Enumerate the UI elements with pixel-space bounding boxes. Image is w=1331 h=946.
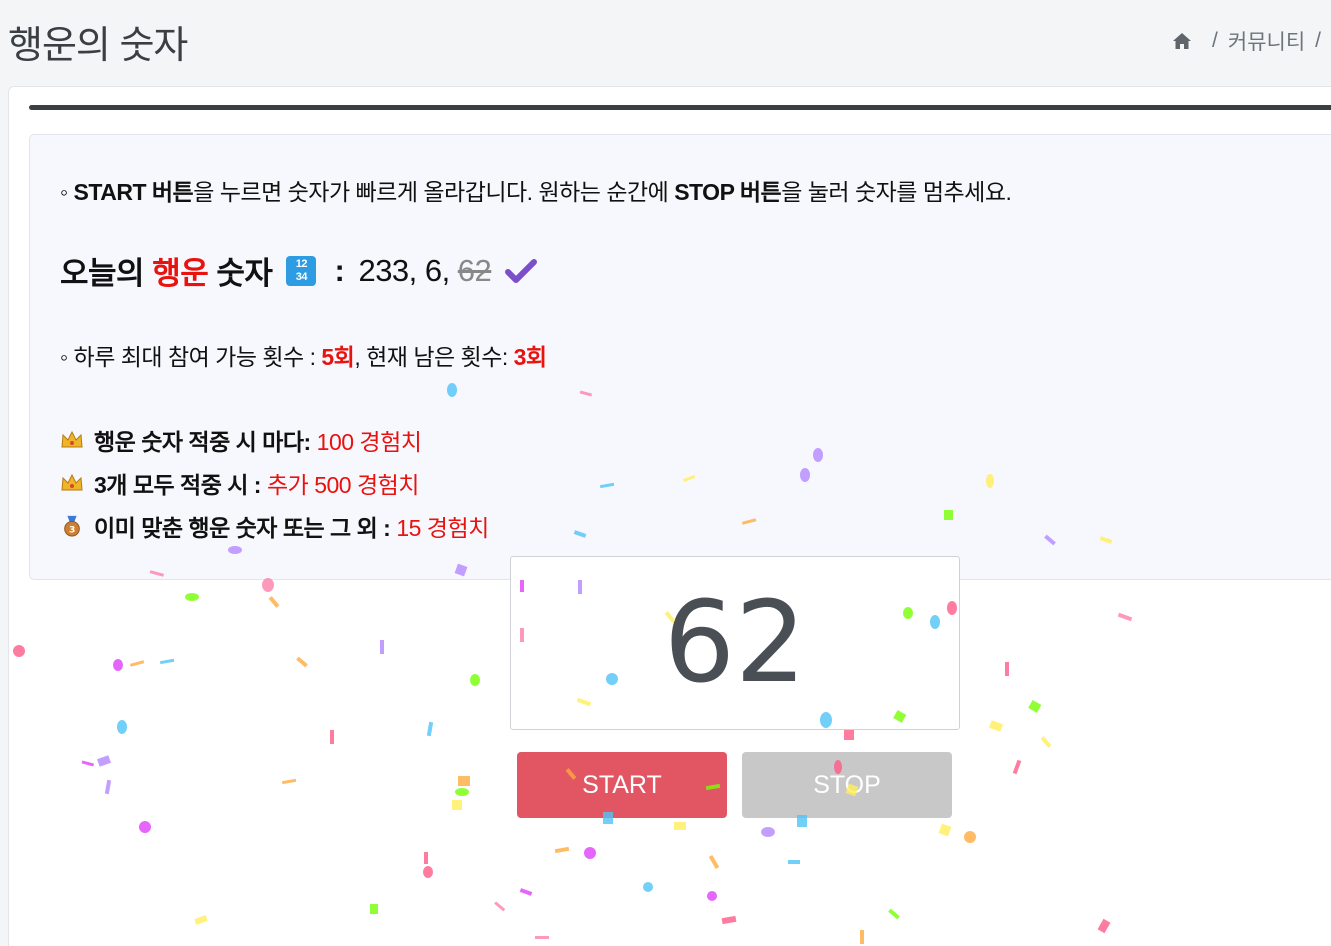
1234-icon: 12 34 — [286, 255, 317, 286]
instruction-stop-label: STOP 버튼 — [674, 179, 782, 205]
stop-button[interactable]: STOP — [742, 752, 952, 818]
reward-item: 3 이미 맞춘 행운 숫자 또는 그 외 : 15 경험치 — [60, 509, 489, 543]
today-label: 오늘의 — [60, 256, 153, 291]
home-icon[interactable] — [1172, 31, 1192, 51]
instruction-end: 을 눌러 숫자를 멈추세요. — [781, 179, 1012, 205]
today-numbers: 233, 6, — [358, 252, 450, 288]
start-button[interactable]: START — [517, 752, 727, 818]
today-label-lucky: 행운 — [152, 256, 209, 291]
today-colon: : — [326, 252, 353, 288]
limit-max-value: 5회 — [321, 344, 355, 370]
reward-label: 행운 숫자 적중 시 마다: — [94, 429, 311, 455]
info-box: ◦ START 버튼을 누르면 숫자가 빠르게 올라갑니다. 원하는 순간에 S… — [29, 134, 1331, 580]
reward-value: 15 경험치 — [396, 515, 489, 541]
breadcrumb-separator: / — [1212, 29, 1218, 52]
participation-limits: ◦ 하루 최대 참여 가능 횟수 : 5회, 현재 남은 횟수: 3회 — [60, 338, 547, 372]
reward-label: 3개 모두 적중 시 : — [94, 472, 261, 498]
reward-value: 추가 500 경험치 — [266, 472, 419, 498]
breadcrumb: / 커뮤니티 / — [1172, 26, 1331, 56]
crown-icon — [61, 473, 83, 491]
reward-value: 100 경험치 — [316, 429, 422, 455]
bronze-medal-icon: 3 — [64, 515, 80, 537]
lucky-number-display: 62 — [510, 556, 960, 730]
limit-label: ◦ 하루 최대 참여 가능 횟수 : — [60, 344, 322, 370]
today-lucky-numbers: 오늘의 행운 숫자 12 34 : 233, 6, 62 — [60, 248, 538, 293]
instruction-mid: 을 누르면 숫자가 빠르게 올라갑니다. 원하는 순간에 — [193, 179, 675, 205]
instruction-start-label: START 버튼 — [73, 179, 194, 205]
svg-text:3: 3 — [69, 524, 75, 535]
crown-icon — [61, 430, 83, 448]
bullet: ◦ — [60, 179, 74, 205]
instructions-text: ◦ START 버튼을 누르면 숫자가 빠르게 올라갑니다. 원하는 순간에 S… — [60, 173, 1012, 207]
check-icon — [505, 258, 538, 283]
breadcrumb-separator: / — [1315, 29, 1321, 52]
today-label-number: 숫자 — [208, 256, 273, 291]
top-bar: 행운의 숫자 / 커뮤니티 / — [0, 0, 1331, 84]
breadcrumb-item-community[interactable]: 커뮤니티 — [1228, 26, 1305, 56]
reward-item: 3개 모두 적중 시 : 추가 500 경험치 — [60, 466, 419, 500]
today-number-hit: 62 — [457, 252, 492, 288]
limit-remaining-label: , 현재 남은 횟수: — [354, 344, 514, 370]
page: 행운의 숫자 / 커뮤니티 / ◦ START 버튼을 누르면 숫자가 빠르게 … — [0, 0, 1331, 946]
card-divider — [29, 105, 1331, 110]
reward-item: 행운 숫자 적중 시 마다: 100 경험치 — [60, 423, 422, 457]
reward-label: 이미 맞춘 행운 숫자 또는 그 외 : — [94, 515, 391, 541]
limit-remaining-value: 3회 — [513, 344, 547, 370]
page-title: 행운의 숫자 — [8, 25, 188, 67]
